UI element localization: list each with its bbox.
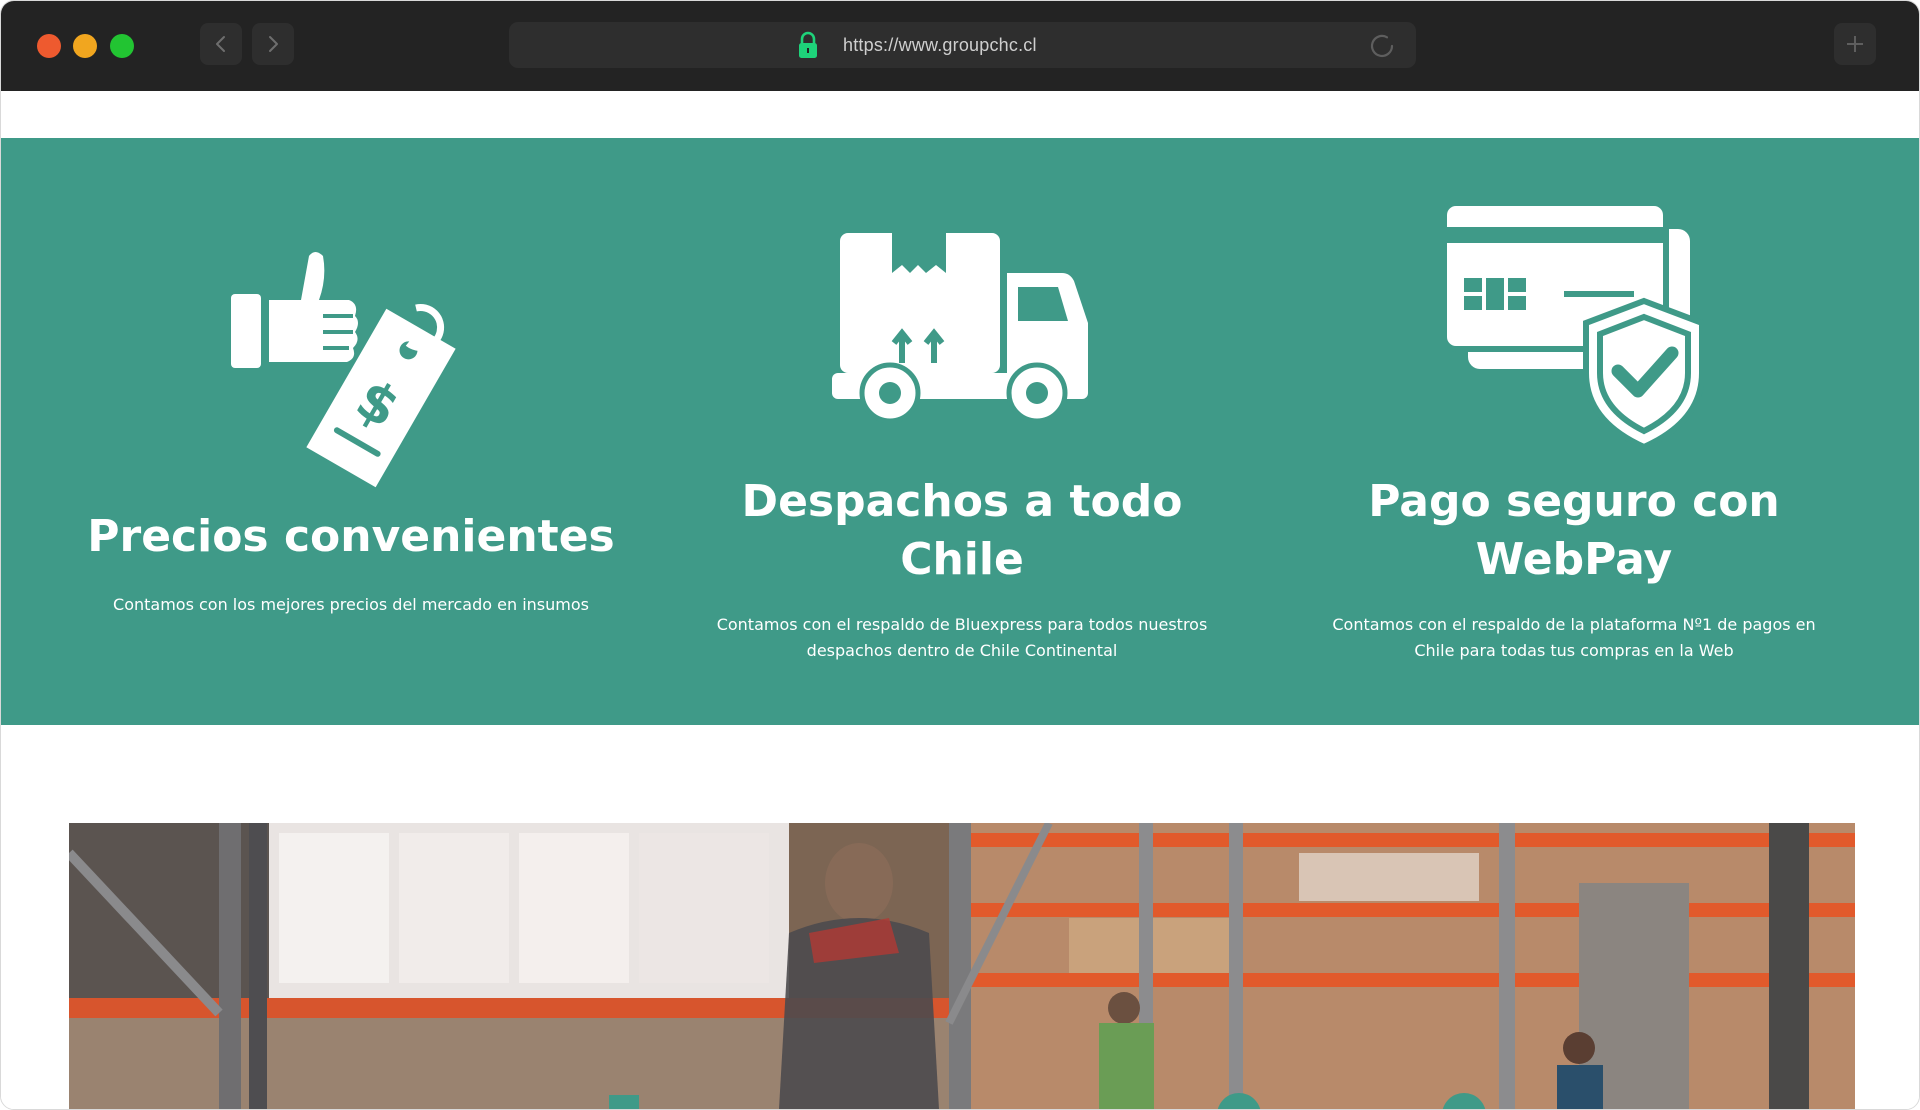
- web-page: $ Precios convenientes Contamos con los …: [1, 91, 1919, 1109]
- feature-card-payment: Pago seguro con WebPay Contamos con el r…: [1294, 138, 1854, 725]
- url-text: https://www.groupchc.cl: [843, 35, 1037, 55]
- maximize-window-button[interactable]: [110, 34, 134, 58]
- feature-title: Pago seguro con WebPay: [1368, 476, 1780, 585]
- forward-button[interactable]: [252, 23, 294, 65]
- thumbs-up-price-tag-icon: $: [231, 252, 456, 488]
- features-band: $ Precios convenientes Contamos con los …: [1, 138, 1919, 725]
- feature-card-shipping: Despachos a todo Chile Contamos con el r…: [682, 138, 1242, 725]
- lock-icon: [799, 31, 817, 58]
- feature-description: Contamos con el respaldo de la plataform…: [1332, 615, 1816, 660]
- credit-card-shield-icon: [1444, 203, 1704, 451]
- delivery-truck-icon: [832, 233, 1088, 423]
- browser-titlebar: https://www.groupchc.cl: [1, 1, 1919, 91]
- browser-window: https://www.groupchc.cl $ Precios conven…: [0, 0, 1920, 1110]
- feature-card-prices: $ Precios convenientes Contamos con los …: [71, 138, 631, 725]
- feature-description: Contamos con los mejores precios del mer…: [113, 595, 589, 614]
- address-bar[interactable]: https://www.groupchc.cl: [509, 22, 1416, 68]
- minimize-window-button[interactable]: [73, 34, 97, 58]
- close-window-button[interactable]: [37, 34, 61, 58]
- chevron-left-icon: [216, 36, 225, 52]
- warehouse-illustration: [69, 823, 1855, 1109]
- back-button[interactable]: [200, 23, 242, 65]
- reload-icon[interactable]: [1368, 32, 1396, 60]
- warehouse-photo: [69, 823, 1855, 1109]
- chevron-right-icon: [269, 36, 278, 52]
- feature-title: Precios convenientes: [87, 511, 615, 562]
- new-tab-button[interactable]: [1834, 23, 1876, 65]
- feature-title: Despachos a todo Chile: [741, 476, 1183, 585]
- feature-description: Contamos con el respaldo de Bluexpress p…: [716, 615, 1208, 660]
- plus-icon: [1847, 36, 1863, 52]
